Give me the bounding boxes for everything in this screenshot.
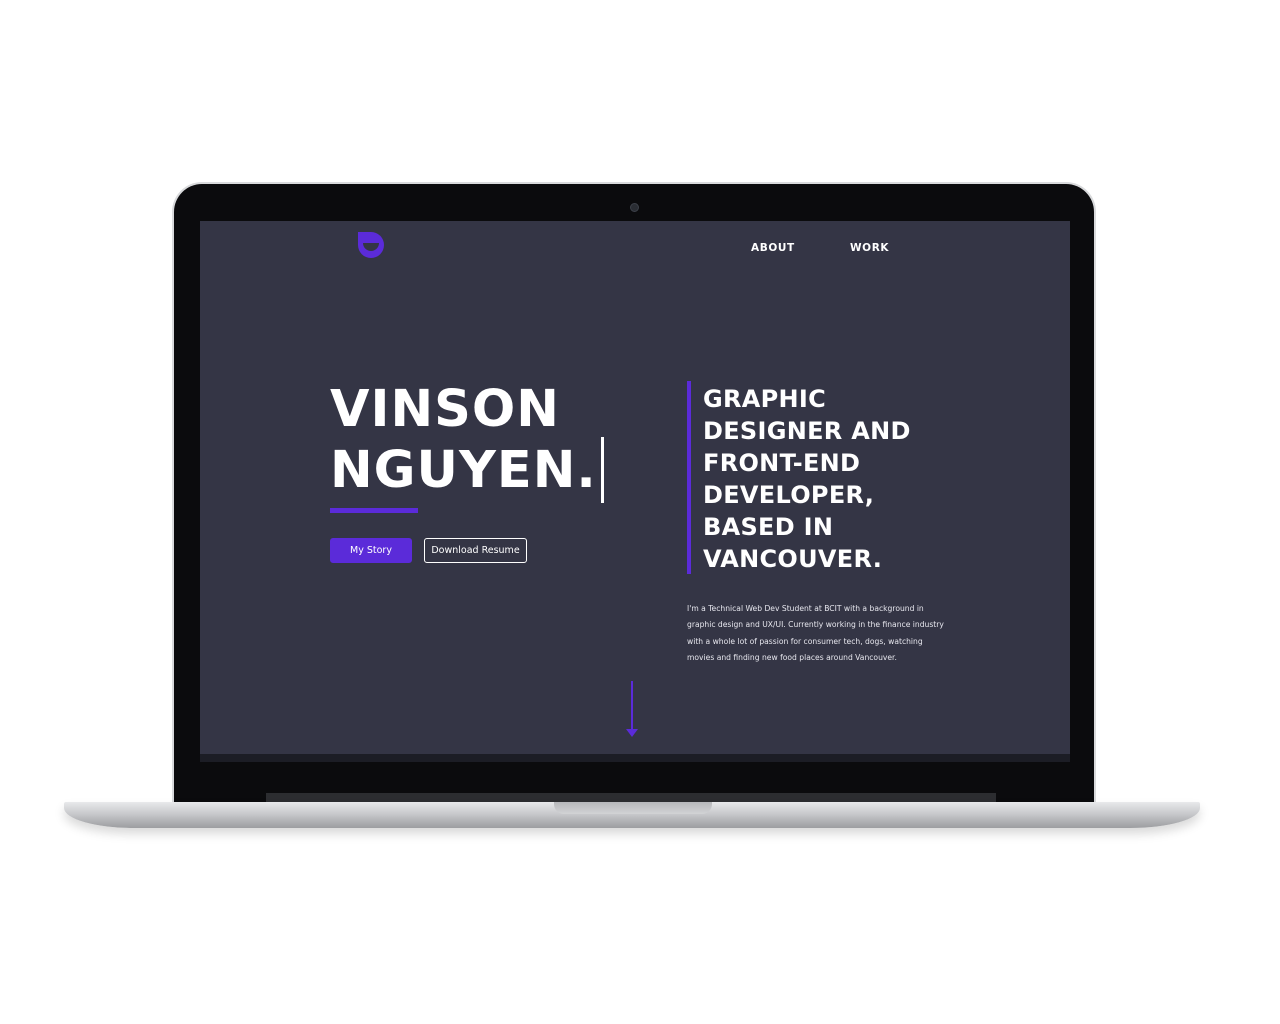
my-story-button[interactable]: My Story (330, 538, 412, 563)
website-screen: ABOUT WORK VINSON NGUYEN. My Story Downl… (200, 221, 1070, 754)
nav-about-link[interactable]: ABOUT (751, 242, 795, 254)
hero-tagline: GRAPHIC DESIGNER AND FRONT-END DEVELOPER… (703, 385, 911, 573)
top-nav: ABOUT WORK (200, 242, 1070, 256)
download-resume-button[interactable]: Download Resume (424, 538, 527, 563)
name-first: VINSON (330, 380, 560, 439)
laptop-hinge (266, 793, 996, 802)
laptop-lid: ABOUT WORK VINSON NGUYEN. My Story Downl… (172, 182, 1096, 804)
screen-bottom-edge (200, 754, 1070, 762)
nav-work-link[interactable]: WORK (850, 242, 889, 254)
arrow-down-icon[interactable] (625, 681, 639, 738)
name-last: NGUYEN. (330, 441, 597, 500)
name-underline (330, 508, 418, 513)
hero-bio: I'm a Technical Web Dev Student at BCIT … (687, 604, 944, 663)
tagline-accent-bar (687, 381, 691, 574)
webcam (630, 203, 639, 212)
typing-caret (600, 437, 604, 503)
laptop-opening-notch (554, 802, 712, 814)
laptop-bezel: ABOUT WORK VINSON NGUYEN. My Story Downl… (174, 184, 1094, 802)
name-last-row: NGUYEN. (330, 437, 604, 503)
hero-name: VINSON NGUYEN. (330, 383, 604, 503)
laptop-mockup: ABOUT WORK VINSON NGUYEN. My Story Downl… (0, 0, 1280, 1024)
